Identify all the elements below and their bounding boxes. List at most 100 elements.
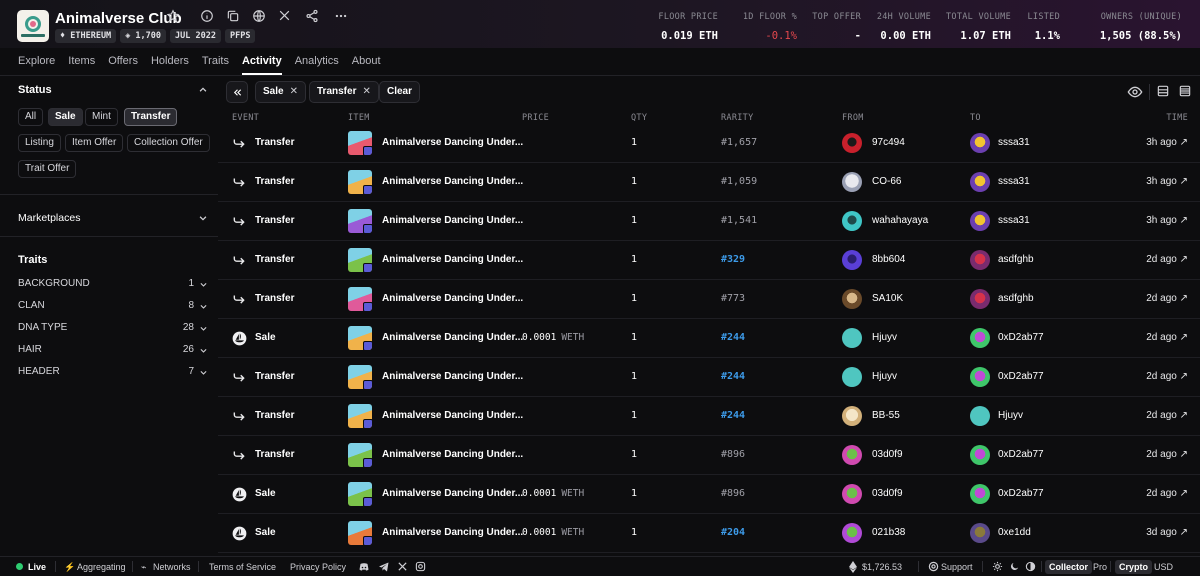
filter-chip-sale[interactable]: Sale ✕ [255,81,306,103]
aggregating-label[interactable]: Aggregating [77,562,126,572]
item-name[interactable]: Animalverse Dancing Under... [382,449,523,460]
column-header-price[interactable]: PRICE [522,113,549,123]
trait-dna-type[interactable]: DNA TYPE 28 [18,322,208,336]
chevron-up-icon[interactable] [198,85,208,95]
to-address[interactable]: 0xD2ab77 [998,332,1044,343]
to-address[interactable]: Hjuyv [998,410,1023,421]
to-address[interactable]: 0xD2ab77 [998,449,1044,460]
trait-header[interactable]: HEADER 7 [18,366,208,380]
avatar[interactable] [970,133,990,153]
event-time[interactable]: 2d ago ↗ [1146,410,1188,421]
sun-icon[interactable] [992,561,1003,574]
item-name[interactable]: Animalverse Dancing Under... [382,293,523,304]
from-address[interactable]: 03d0f9 [872,488,903,499]
table-row[interactable]: Transfer Animalverse Dancing Under... 1 … [218,358,1200,397]
to-address[interactable]: 0xD2ab77 [998,371,1044,382]
live-label[interactable]: Live [28,562,46,572]
avatar[interactable] [970,367,990,387]
telegram-icon[interactable] [378,561,390,575]
event-time[interactable]: 2d ago ↗ [1146,488,1188,499]
tab-items[interactable]: Items [68,55,95,75]
avatar[interactable] [970,211,990,231]
item-name[interactable]: Animalverse Dancing Under... [382,137,523,148]
chain-chip[interactable]: ♦ ETHEREUM [55,29,117,43]
status-pill-sale[interactable]: Sale [48,108,83,126]
trait-background[interactable]: BACKGROUND 1 [18,278,208,292]
trait-clan[interactable]: CLAN 8 [18,300,208,314]
avatar[interactable] [842,523,862,543]
item-name[interactable]: Animalverse Dancing Under... [382,332,523,343]
more-options-icon[interactable] [334,9,350,25]
avatar[interactable] [842,133,862,153]
nft-thumbnail[interactable] [348,170,372,194]
globe-icon[interactable] [252,9,268,25]
table-row[interactable]: Transfer Animalverse Dancing Under... 1 … [218,436,1200,475]
event-time[interactable]: 2d ago ↗ [1146,254,1188,265]
table-row[interactable]: Transfer Animalverse Dancing Under... 1 … [218,241,1200,280]
avatar[interactable] [970,484,990,504]
avatar[interactable] [842,445,862,465]
column-header-time[interactable]: TIME [1166,113,1188,123]
from-address[interactable]: 8bb604 [872,254,905,265]
avatar[interactable] [842,211,862,231]
avatar[interactable] [842,367,862,387]
table-view-icon[interactable] [1178,84,1194,100]
to-address[interactable]: sssa31 [998,215,1030,226]
from-address[interactable]: wahahayaya [872,215,928,226]
from-address[interactable]: Hjuyv [872,332,897,343]
nft-thumbnail[interactable] [348,443,372,467]
status-pill-transfer[interactable]: Transfer [124,108,178,126]
nft-thumbnail[interactable] [348,365,372,389]
chevron-down-icon[interactable] [198,213,208,223]
item-name[interactable]: Animalverse Dancing Under... [382,254,523,265]
from-address[interactable]: Hjuyv [872,371,897,382]
to-address[interactable]: asdfghb [998,254,1034,265]
status-pill-all[interactable]: All [18,108,44,126]
table-row[interactable]: Transfer Animalverse Dancing Under... 1 … [218,280,1200,319]
x-twitter-icon[interactable] [278,9,294,25]
event-time[interactable]: 3h ago ↗ [1146,176,1188,187]
event-time[interactable]: 3h ago ↗ [1146,137,1188,148]
avatar[interactable] [970,406,990,426]
from-address[interactable]: 03d0f9 [872,449,903,460]
crypto-currency-toggle[interactable]: Crypto [1115,560,1152,574]
copy-icon[interactable] [226,9,242,25]
instagram-icon[interactable] [415,561,426,574]
nft-thumbnail[interactable] [348,521,372,545]
trait-hair[interactable]: HAIR 26 [18,344,208,358]
event-time[interactable]: 3h ago ↗ [1146,215,1188,226]
to-address[interactable]: sssa31 [998,176,1030,187]
from-address[interactable]: 021b38 [872,527,905,538]
avatar[interactable] [970,445,990,465]
tab-explore[interactable]: Explore [18,55,55,75]
tab-offers[interactable]: Offers [108,55,138,75]
status-pill-trait-offer[interactable]: Trait Offer [18,160,77,178]
item-name[interactable]: Animalverse Dancing Under... [382,527,523,538]
avatar[interactable] [970,523,990,543]
clear-filters-button[interactable]: Clear [379,81,421,103]
event-time[interactable]: 2d ago ↗ [1146,293,1188,304]
contrast-icon[interactable] [1025,561,1036,574]
event-time[interactable]: 2d ago ↗ [1146,332,1188,343]
from-address[interactable]: CO-66 [872,176,901,187]
table-row[interactable]: Transfer Animalverse Dancing Under... 1 … [218,202,1200,241]
avatar[interactable] [842,484,862,504]
avatar[interactable] [970,172,990,192]
from-address[interactable]: SA10K [872,293,903,304]
item-name[interactable]: Animalverse Dancing Under... [382,371,523,382]
tab-activity[interactable]: Activity [241,55,282,75]
collection-logo[interactable] [17,10,49,42]
category-chip[interactable]: PFPS [224,29,256,43]
nft-thumbnail[interactable] [348,209,372,233]
info-icon[interactable] [200,9,216,25]
avatar[interactable] [842,172,862,192]
share-icon[interactable] [305,9,321,25]
avatar[interactable] [842,289,862,309]
moon-icon[interactable] [1009,561,1020,574]
event-time[interactable]: 2d ago ↗ [1146,449,1188,460]
table-row[interactable]: Sale Animalverse Dancing Under... 0.0001… [218,319,1200,358]
nft-thumbnail[interactable] [348,482,372,506]
list-view-icon[interactable] [1156,84,1172,100]
tab-traits[interactable]: Traits [202,55,229,75]
column-header-rarity[interactable]: RARITY [721,113,754,123]
